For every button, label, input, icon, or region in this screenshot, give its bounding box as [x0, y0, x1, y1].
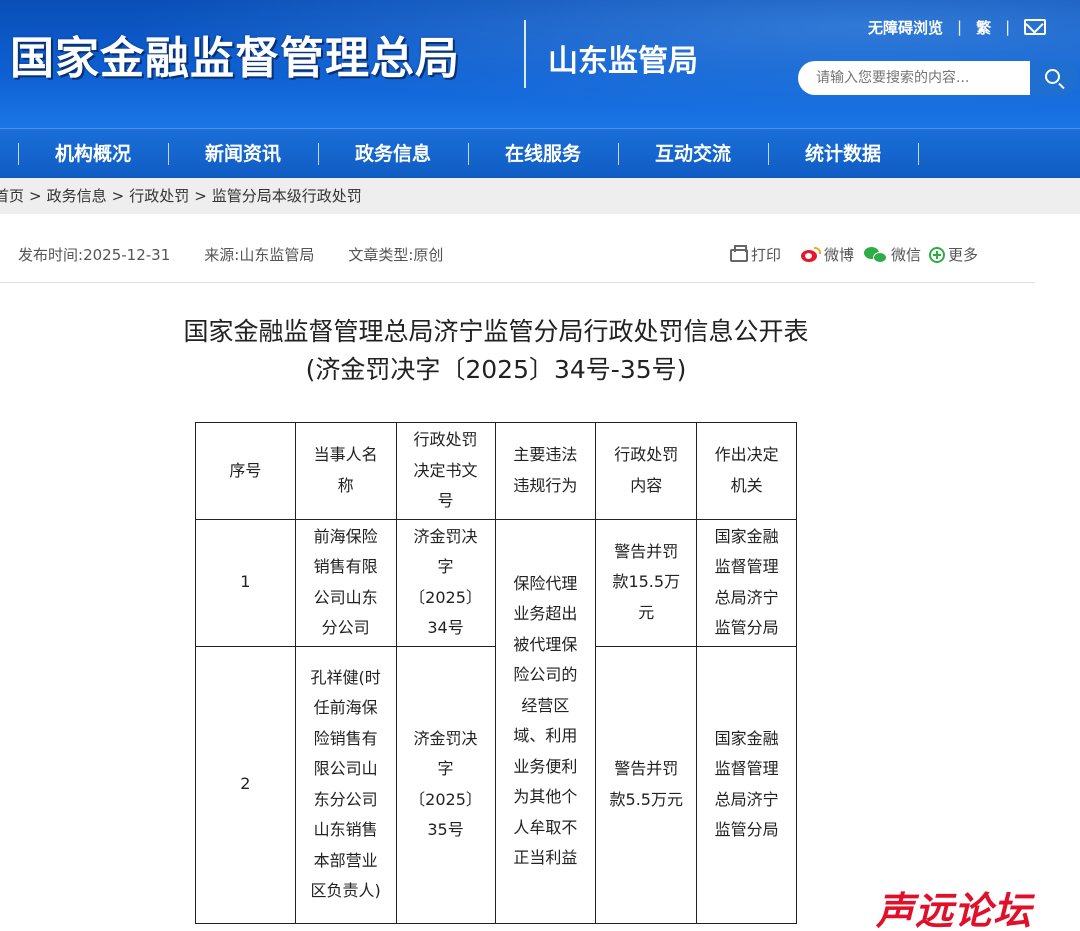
header-cell: 主要违法违规行为	[494, 422, 597, 520]
breadcrumb-government-info[interactable]: 政务信息	[47, 178, 107, 214]
share-weibo-button[interactable]: 微博	[801, 244, 854, 266]
forum-watermark: 声远论坛	[876, 889, 1033, 931]
search-button[interactable]	[1030, 61, 1078, 95]
breadcrumb: 首页 > 政务信息 > 行政处罚 > 监管分局本级行政处罚	[0, 178, 1080, 214]
header-cell: 当事人名称	[294, 422, 397, 520]
source-label: 来源:	[204, 246, 240, 264]
nav-item-online-services[interactable]: 在线服务	[468, 129, 618, 179]
site-header: 国家金融监督管理总局 山东监管局 无障碍浏览 | 繁 |	[0, 0, 1080, 128]
violation-description: 保险代理业务超出被代理保险公司的经营区域、利用业务便利为其他个人牟取不正当利益	[494, 518, 597, 924]
article-title: 国家金融监督管理总局济宁监管分局行政处罚信息公开表	[183, 317, 809, 346]
search-input[interactable]	[798, 61, 1030, 95]
row-number: 1	[195, 518, 296, 647]
breadcrumb-administrative-penalty[interactable]: 行政处罚	[129, 178, 189, 214]
divider	[0, 282, 1035, 283]
top-links: 无障碍浏览 | 繁 |	[868, 15, 1047, 39]
type-label: 文章类型:	[348, 246, 414, 264]
nav-item-statistics[interactable]: 统计数据	[768, 129, 918, 179]
print-label: 打印	[751, 246, 782, 264]
more-label: 更多	[948, 246, 979, 264]
deciding-authority: 国家金融监督管理总局济宁监管分局	[696, 518, 797, 647]
mail-icon[interactable]	[1024, 19, 1047, 35]
decision-number: 济金罚决字〔2025〕34号	[395, 518, 496, 647]
table-row: 1 前海保险销售有限公司山东分公司 济金罚决字〔2025〕34号 保险代理业务超…	[195, 518, 797, 924]
breadcrumb-separator: >	[111, 187, 125, 205]
wechat-label: 微信	[891, 246, 922, 264]
breadcrumb-separator: >	[29, 187, 42, 205]
plus-circle-icon	[929, 247, 945, 263]
penalty-content: 警告并罚款15.5万元	[595, 518, 698, 647]
weibo-icon	[801, 247, 821, 263]
main-nav: 机构概况 新闻资讯 政务信息 在线服务 互动交流 统计数据	[0, 128, 1080, 178]
header-cell: 行政处罚决定书文号	[395, 422, 496, 520]
type-value: 原创	[413, 246, 444, 264]
breadcrumb-separator: >	[194, 187, 207, 205]
nav-item-news[interactable]: 新闻资讯	[168, 129, 318, 179]
accessibility-link[interactable]: 无障碍浏览	[868, 17, 943, 38]
nav-item-government-info[interactable]: 政务信息	[318, 129, 468, 179]
party-name: 前海保险销售有限公司山东分公司	[294, 518, 397, 647]
header-cell: 作出决定机关	[696, 422, 797, 520]
header-cell: 序号	[195, 422, 296, 520]
breadcrumb-home[interactable]: 首页	[0, 178, 24, 214]
nav-item-interaction[interactable]: 互动交流	[618, 129, 768, 179]
row-number: 2	[195, 645, 296, 924]
weibo-label: 微博	[824, 246, 855, 264]
traditional-chinese-link[interactable]: 繁	[976, 17, 991, 38]
article-meta: 发布时间:2025-12-31 来源:山东监管局 文章类型:原创	[18, 244, 443, 266]
share-wechat-button[interactable]: 微信	[864, 244, 921, 266]
search-icon	[1045, 69, 1060, 84]
nav-separator	[918, 143, 919, 165]
deciding-authority: 国家金融监督管理总局济宁监管分局	[696, 645, 797, 924]
party-name: 孔祥健(时任前海保险销售有限公司山东分公司山东销售本部营业区负责人)	[294, 645, 397, 924]
nav-item-about[interactable]: 机构概况	[18, 129, 168, 179]
wechat-icon	[864, 246, 888, 264]
share-more-button[interactable]: 更多	[929, 244, 978, 266]
branch-name: 山东监管局	[548, 44, 698, 79]
header-cell: 行政处罚内容	[595, 422, 698, 520]
logo-divider	[524, 20, 526, 88]
source-value: 山东监管局	[239, 246, 315, 264]
decision-number: 济金罚决字〔2025〕35号	[395, 645, 496, 924]
publish-label: 发布时间:	[18, 246, 84, 264]
breadcrumb-current[interactable]: 监管分局本级行政处罚	[212, 178, 362, 214]
top-link-separator: |	[957, 18, 963, 36]
top-link-separator: |	[1005, 18, 1011, 36]
penalty-content: 警告并罚款5.5万元	[595, 645, 698, 924]
penalty-table: 序号 当事人名称 行政处罚决定书文号 主要违法违规行为 行政处罚内容 作出决定机…	[195, 422, 797, 924]
site-logo[interactable]: 国家金融监督管理总局	[10, 22, 460, 86]
printer-icon	[730, 244, 748, 262]
print-button[interactable]: 打印	[730, 244, 781, 266]
article-subtitle: (济金罚决字〔2025〕34号-35号)	[305, 355, 687, 384]
table-header-row: 序号 当事人名称 行政处罚决定书文号 主要违法违规行为 行政处罚内容 作出决定机…	[195, 422, 797, 520]
publish-date: 2025-12-31	[83, 246, 171, 264]
